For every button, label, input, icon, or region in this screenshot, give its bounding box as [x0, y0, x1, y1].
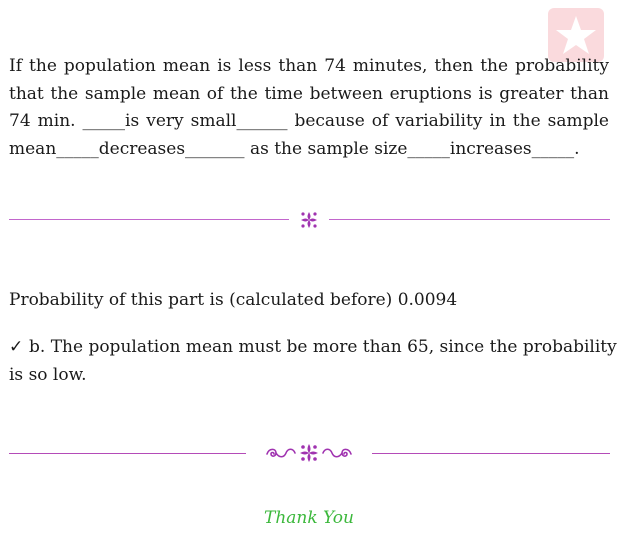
- question-line: mean_____decreases_______ as the sample …: [9, 138, 580, 159]
- section-divider-right: [329, 219, 610, 220]
- floral-ornament-icon: [301, 212, 317, 228]
- question-line: If the population mean is less than 74 m…: [9, 56, 609, 76]
- question-paragraph: If the population mean is less than 74 m…: [9, 53, 609, 163]
- question-line: 74 min. _____is very small______ because…: [9, 111, 609, 131]
- section-divider-left: [9, 219, 289, 220]
- checkmark-icon: ✓: [9, 337, 24, 357]
- probability-text: Probability of this part is (calculated …: [9, 290, 458, 310]
- closing-divider-left: [9, 453, 246, 454]
- flourish-ornament-icon: [266, 444, 352, 462]
- thank-you-text: Thank You: [263, 508, 354, 528]
- answer-choice-text: b. The population mean must be more than…: [29, 337, 617, 357]
- answer-line: ✓ b. The population mean must be more tha…: [9, 334, 617, 362]
- question-line: that the sample mean of the time between…: [9, 83, 609, 104]
- answer-choice: ✓ b. The population mean must be more tha…: [9, 334, 617, 389]
- closing-divider-right: [372, 453, 610, 454]
- answer-line: is so low.: [9, 364, 87, 385]
